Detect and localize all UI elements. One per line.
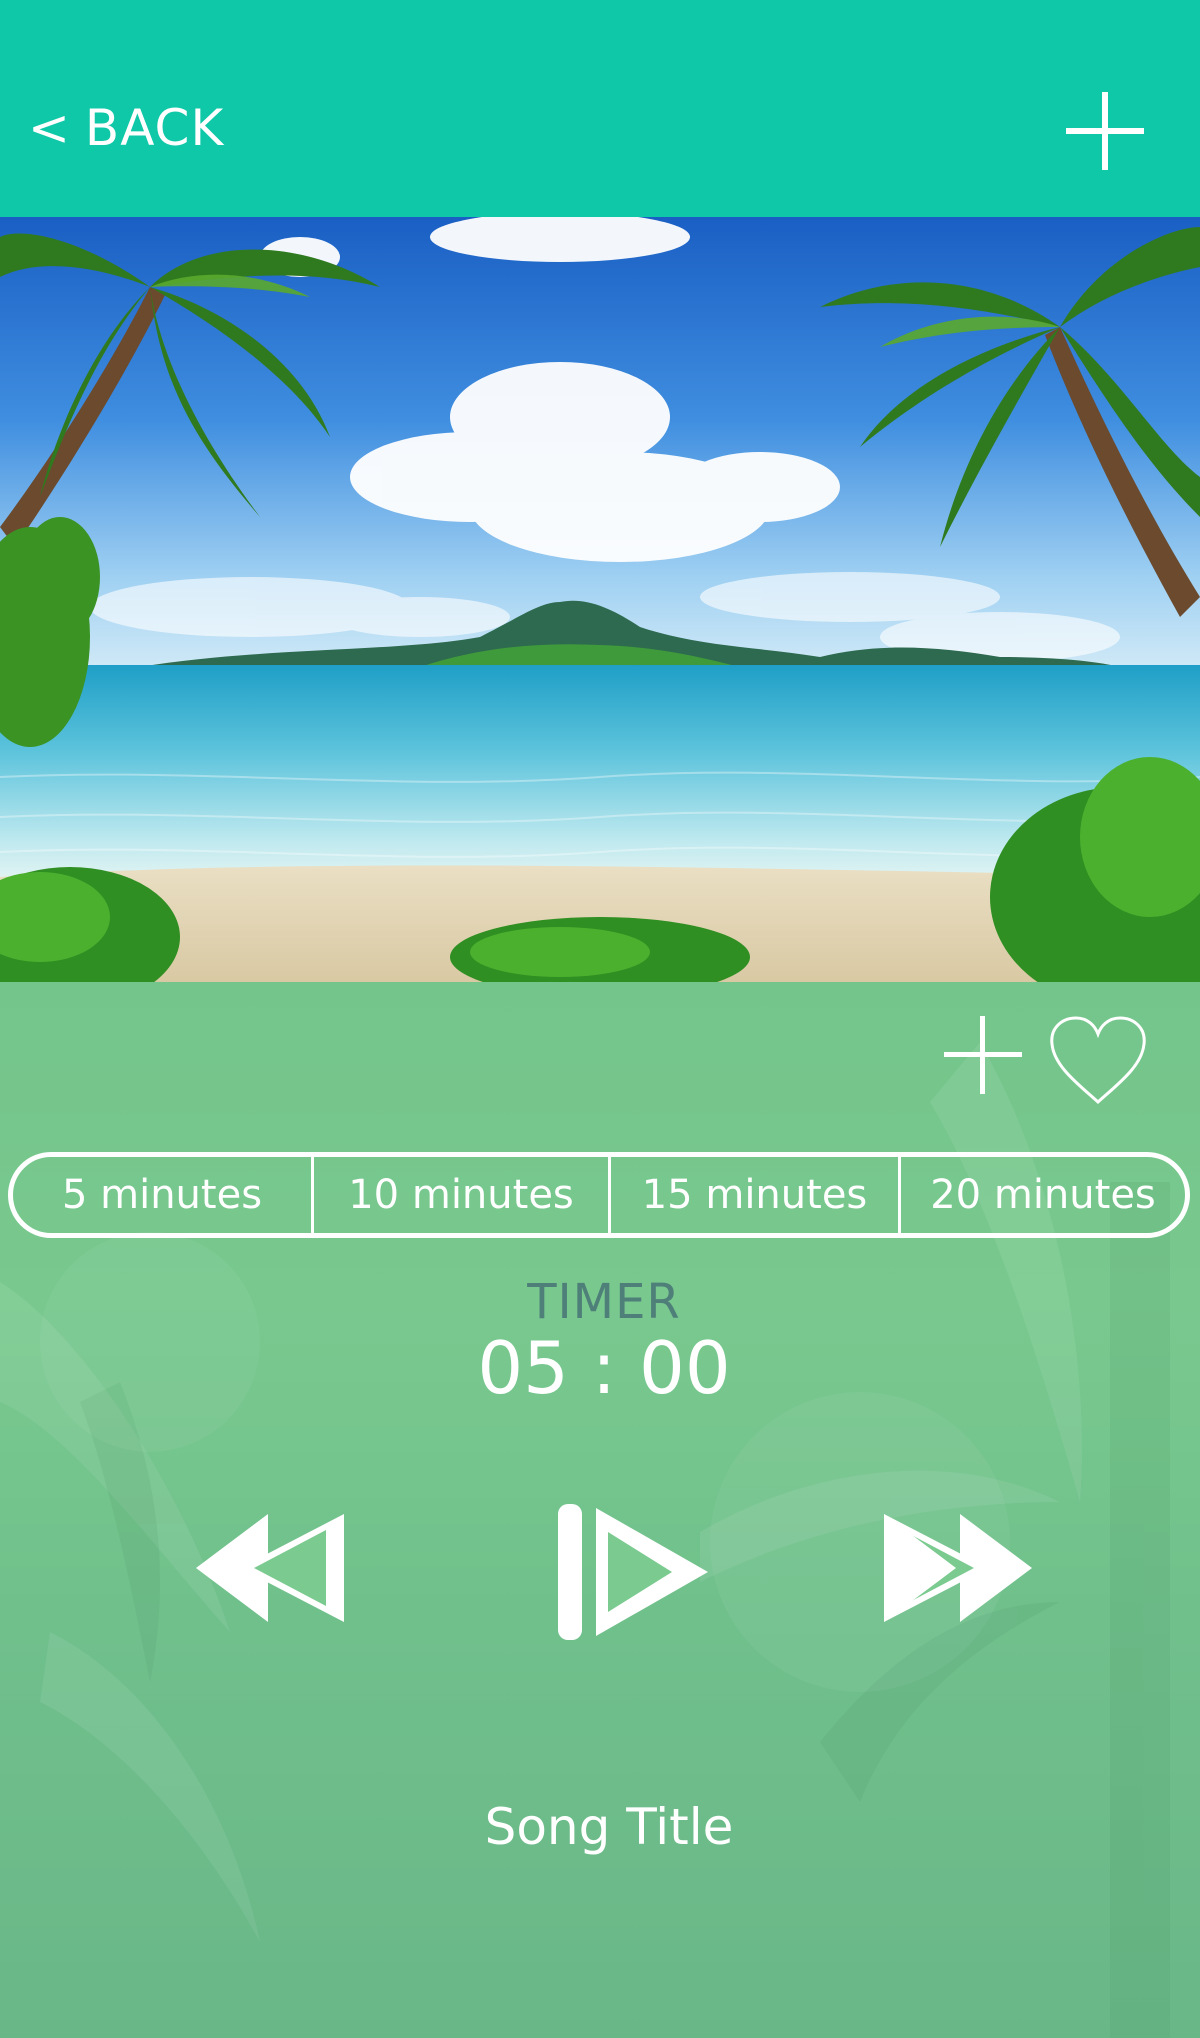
play-icon[interactable] bbox=[552, 1500, 712, 1644]
song-title: Song Title bbox=[484, 1798, 734, 1856]
player-screen: < BACK 5 minutes 10 minutes 15 minutes 2… bbox=[0, 0, 1200, 2038]
heart-outline-icon[interactable] bbox=[1048, 1014, 1148, 1106]
plus-icon[interactable] bbox=[1066, 92, 1144, 170]
timer-value: 05 : 00 bbox=[477, 1326, 731, 1410]
duration-option-10[interactable]: 10 minutes bbox=[311, 1157, 608, 1233]
top-bar: < BACK bbox=[0, 0, 1200, 217]
back-label: BACK bbox=[84, 99, 225, 157]
duration-option-15[interactable]: 15 minutes bbox=[608, 1157, 898, 1233]
add-to-playlist-icon[interactable] bbox=[944, 1016, 1022, 1094]
timer-label: TIMER bbox=[527, 1274, 681, 1330]
fast-forward-icon[interactable] bbox=[880, 1508, 1032, 1628]
duration-option-20[interactable]: 20 minutes bbox=[898, 1157, 1185, 1233]
beach-scene-image bbox=[0, 217, 1200, 982]
back-button[interactable]: < BACK bbox=[28, 96, 224, 160]
rewind-icon[interactable] bbox=[196, 1508, 348, 1628]
chevron-left-icon: < bbox=[28, 99, 71, 157]
duration-option-5[interactable]: 5 minutes bbox=[13, 1157, 311, 1233]
duration-selector: 5 minutes 10 minutes 15 minutes 20 minut… bbox=[8, 1152, 1190, 1238]
